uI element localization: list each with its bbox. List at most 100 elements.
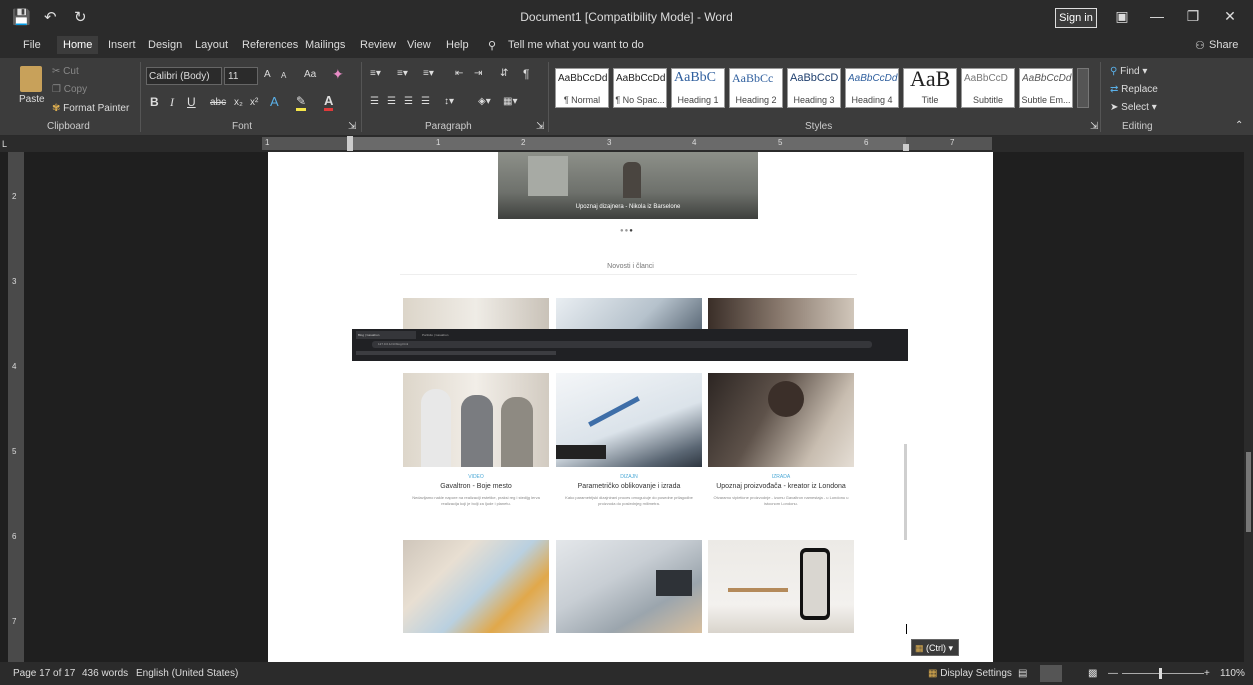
- style-heading-4[interactable]: AaBbCcDd Heading 4: [845, 68, 899, 108]
- inner-scrollbar[interactable]: [904, 444, 907, 540]
- tab-layout[interactable]: Layout: [195, 39, 228, 51]
- print-layout-icon[interactable]: [1040, 665, 1062, 682]
- numbering-icon[interactable]: ≡▾: [397, 68, 408, 79]
- right-indent-marker[interactable]: [903, 144, 909, 151]
- styles-dialog-icon[interactable]: ⇲: [1090, 121, 1098, 132]
- align-right-icon[interactable]: ☰: [404, 96, 413, 107]
- italic-button[interactable]: I: [170, 95, 174, 110]
- style-normal[interactable]: AaBbCcDd ¶ Normal: [555, 68, 609, 108]
- paste-options-button[interactable]: ▦ (Ctrl) ▾: [911, 639, 959, 656]
- grow-font-button[interactable]: A: [264, 69, 271, 80]
- zoom-slider[interactable]: [1122, 673, 1204, 674]
- card-title[interactable]: Parametričko oblikovanje i izrada: [556, 483, 702, 490]
- minimize-button[interactable]: —: [1145, 8, 1169, 24]
- line-spacing-icon[interactable]: ↕▾: [444, 96, 454, 107]
- justify-icon[interactable]: ☰: [421, 96, 430, 107]
- sign-in-button[interactable]: Sign in: [1055, 8, 1097, 28]
- find-button[interactable]: ⚲ Find ▾: [1110, 66, 1147, 77]
- tab-mailings[interactable]: Mailings: [305, 39, 345, 51]
- scissors-icon: ✂: [52, 66, 61, 77]
- clear-formatting-icon[interactable]: ✦: [332, 66, 344, 83]
- style-title[interactable]: AaB Title: [903, 66, 957, 108]
- word-count[interactable]: 436 words: [82, 668, 128, 679]
- bullets-icon[interactable]: ≡▾: [370, 68, 381, 79]
- paste-icon[interactable]: [20, 66, 42, 92]
- font-color-icon[interactable]: A: [324, 93, 334, 111]
- scrollbar-thumb[interactable]: [1246, 452, 1251, 532]
- tab-help[interactable]: Help: [446, 39, 469, 51]
- style-heading-3[interactable]: AaBbCcD Heading 3: [787, 68, 841, 108]
- tab-file[interactable]: File: [23, 39, 41, 51]
- page-counter[interactable]: Page 17 of 17: [13, 668, 75, 679]
- share-button[interactable]: Share: [1209, 39, 1238, 51]
- ruler-number: 2: [12, 192, 17, 201]
- subscript-button[interactable]: x₂: [234, 97, 243, 108]
- borders-icon[interactable]: ▦▾: [503, 96, 517, 107]
- superscript-button[interactable]: x²: [250, 97, 258, 108]
- display-settings-button[interactable]: ▦ Display Settings: [928, 668, 1012, 679]
- underline-button[interactable]: U: [187, 95, 196, 109]
- multilevel-list-icon[interactable]: ≡▾: [423, 68, 434, 79]
- style-preview: AaBbCcDd: [558, 73, 608, 84]
- show-marks-icon[interactable]: ¶: [523, 67, 529, 81]
- read-mode-icon[interactable]: ▤: [1018, 668, 1027, 679]
- restore-button[interactable]: ❐: [1181, 8, 1205, 25]
- align-center-icon[interactable]: ☰: [387, 96, 396, 107]
- font-dialog-icon[interactable]: ⇲: [348, 121, 356, 132]
- paste-button[interactable]: Paste: [19, 94, 45, 105]
- zoom-in-button[interactable]: +: [1204, 668, 1210, 679]
- sort-icon[interactable]: ⇵: [500, 68, 508, 79]
- tab-review[interactable]: Review: [360, 39, 396, 51]
- zoom-out-button[interactable]: —: [1108, 668, 1118, 679]
- font-size-select[interactable]: 11: [224, 67, 258, 85]
- select-button[interactable]: ➤ Select ▾: [1110, 102, 1157, 113]
- tab-insert[interactable]: Insert: [108, 39, 136, 51]
- collapse-ribbon-icon[interactable]: ⌃: [1235, 120, 1243, 131]
- replace-button[interactable]: ⇄ Replace: [1110, 84, 1158, 95]
- document-page[interactable]: Upoznaj dizajnera - Nikola iz Barselone …: [268, 152, 993, 662]
- decrease-indent-icon[interactable]: ⇤: [455, 68, 463, 79]
- change-case-button[interactable]: Aa: [304, 69, 316, 80]
- tab-home[interactable]: Home: [57, 36, 99, 54]
- ruler-number: 6: [864, 138, 869, 147]
- shrink-font-button[interactable]: A: [281, 71, 286, 80]
- tab-design[interactable]: Design: [148, 39, 182, 51]
- tell-me-search[interactable]: Tell me what you want to do: [508, 39, 644, 51]
- style-subtle-emphasis[interactable]: AaBbCcDd Subtle Em...: [1019, 68, 1073, 108]
- style-no-spacing[interactable]: AaBbCcDd ¶ No Spac...: [613, 68, 667, 108]
- copy-button[interactable]: ❐ Copy: [52, 84, 87, 95]
- increase-indent-icon[interactable]: ⇥: [474, 68, 482, 79]
- strikethrough-button[interactable]: abc: [210, 97, 226, 108]
- card-title[interactable]: Gavaltron - Boje mesto: [403, 483, 549, 490]
- close-button[interactable]: ✕: [1218, 8, 1242, 25]
- carousel-dots[interactable]: ●●●: [620, 228, 634, 234]
- highlight-icon[interactable]: ✎: [296, 94, 307, 111]
- monitor-shape: [656, 570, 692, 596]
- bold-button[interactable]: B: [150, 95, 159, 109]
- monitor-bezel: [556, 445, 606, 459]
- tab-selector-icon[interactable]: L: [2, 139, 14, 150]
- indent-marker[interactable]: [347, 136, 353, 151]
- zoom-slider-thumb[interactable]: [1159, 668, 1162, 679]
- web-layout-icon[interactable]: ▩: [1088, 668, 1097, 679]
- window-scrollbar[interactable]: [1244, 152, 1253, 662]
- text-effects-icon[interactable]: A: [270, 94, 279, 109]
- style-heading-2[interactable]: AaBbCc Heading 2: [729, 68, 783, 108]
- zoom-level[interactable]: 110%: [1220, 668, 1245, 679]
- card-title[interactable]: Upoznaj proizvođača - kreator iz Londona: [708, 483, 854, 490]
- style-heading-1[interactable]: AaBbC Heading 1: [671, 68, 725, 108]
- ribbon-display-icon[interactable]: ▣: [1110, 8, 1134, 25]
- paragraph-dialog-icon[interactable]: ⇲: [536, 121, 544, 132]
- format-painter-button[interactable]: ✾ Format Painter: [52, 103, 129, 114]
- ribbon-separator: [1100, 62, 1101, 132]
- cut-button[interactable]: ✂ Cut: [52, 66, 79, 77]
- tab-view[interactable]: View: [407, 39, 431, 51]
- language-indicator[interactable]: English (United States): [136, 668, 238, 679]
- style-subtitle[interactable]: AaBbCcD Subtitle: [961, 68, 1015, 108]
- align-left-icon[interactable]: ☰: [370, 96, 379, 107]
- styles-gallery-scroll[interactable]: [1077, 68, 1089, 108]
- style-preview: AaB: [910, 66, 951, 91]
- font-name-select[interactable]: Calibri (Body): [146, 67, 222, 85]
- tab-references[interactable]: References: [242, 39, 298, 51]
- shading-icon[interactable]: ◈▾: [478, 96, 491, 107]
